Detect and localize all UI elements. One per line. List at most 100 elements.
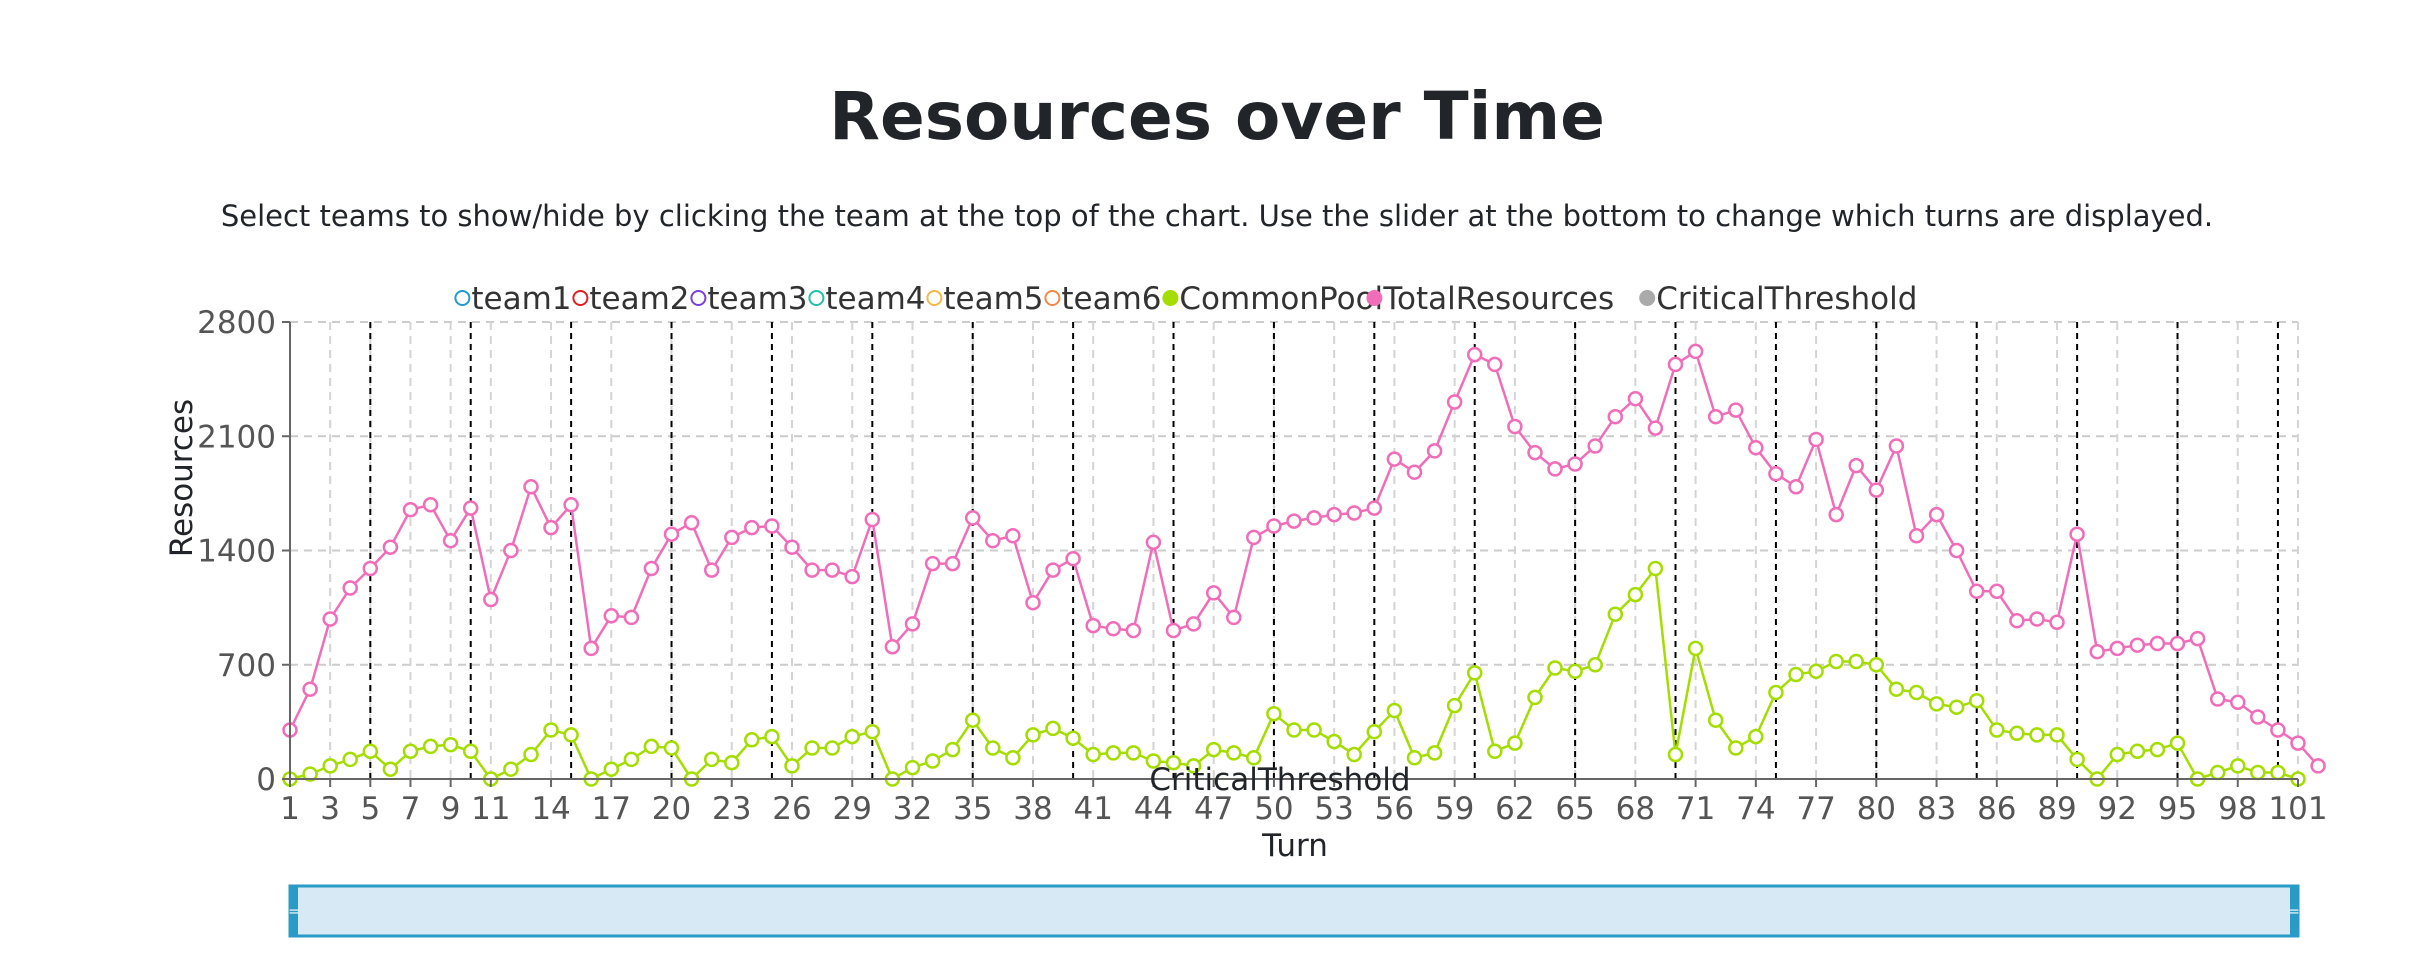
x-tick-label: 3 — [320, 791, 340, 827]
data-point — [2069, 526, 2085, 542]
legend-item-team6[interactable]: team6 — [1044, 281, 1162, 317]
data-point — [1527, 689, 1543, 706]
data-point — [543, 519, 559, 536]
legend-item-team1[interactable]: team1 — [454, 281, 572, 317]
data-point — [924, 555, 941, 572]
data-point — [1125, 745, 1142, 761]
x-tick-label: 14 — [531, 791, 570, 827]
data-point — [724, 754, 740, 771]
data-point — [1205, 741, 1222, 758]
data-point — [1446, 697, 1463, 714]
data-point — [1828, 506, 1844, 523]
data-point — [2149, 741, 2166, 758]
turn-range-slider[interactable]: = = — [288, 884, 2300, 938]
data-point — [1728, 402, 1744, 418]
legend-item-team3[interactable]: team3 — [690, 281, 808, 317]
data-point — [1105, 745, 1122, 761]
x-tick-label: 59 — [1435, 791, 1474, 827]
data-point — [563, 727, 579, 743]
data-point — [844, 568, 860, 585]
data-point — [1426, 745, 1443, 761]
data-point — [1768, 684, 1784, 701]
data-point — [663, 740, 680, 756]
data-point — [764, 518, 780, 534]
x-tick-label: 23 — [712, 791, 751, 827]
legend-item-team5[interactable]: team5 — [926, 281, 1044, 317]
legend-label: team2 — [589, 281, 689, 317]
x-tick-label: 74 — [1736, 791, 1775, 827]
data-point — [322, 758, 338, 774]
data-point — [1627, 390, 1644, 407]
legend-item-team4[interactable]: team4 — [808, 281, 926, 317]
data-point — [1547, 660, 1563, 676]
data-point — [1707, 712, 1724, 728]
data-point — [643, 560, 660, 577]
data-point — [1587, 657, 1603, 673]
data-point — [1848, 653, 1864, 670]
data-point — [402, 743, 419, 760]
data-point — [1065, 730, 1081, 746]
data-point — [1105, 621, 1122, 637]
data-point — [1948, 542, 1965, 559]
data-point — [1266, 518, 1282, 534]
data-point — [1286, 722, 1302, 738]
legend-item-commonpool[interactable]: CommonPool — [1162, 281, 1383, 317]
data-point — [382, 539, 399, 555]
data-point — [1968, 692, 1985, 709]
data-point — [2310, 758, 2326, 774]
data-point — [2029, 727, 2045, 743]
data-point — [422, 497, 439, 513]
x-tick-label: 11 — [471, 791, 510, 827]
data-point — [402, 501, 419, 518]
data-point — [1989, 583, 2005, 600]
legend-item-totalresources[interactable]: TotalResources — [1366, 281, 1614, 317]
data-point — [1888, 438, 1905, 454]
data-point — [2230, 694, 2246, 711]
x-tick-label: 80 — [1857, 791, 1896, 827]
data-point — [1808, 663, 1824, 680]
x-tick-label: 92 — [2098, 791, 2137, 827]
data-point — [2169, 635, 2186, 652]
x-tick-label: 68 — [1616, 791, 1655, 827]
data-point — [764, 728, 780, 745]
y-tick-label: 1400 — [197, 534, 276, 570]
data-point — [603, 761, 620, 777]
data-point — [844, 728, 860, 745]
data-point — [1908, 528, 1925, 544]
data-point — [784, 539, 800, 555]
data-point — [523, 479, 539, 495]
data-point — [442, 532, 459, 549]
legend-item-criticalthreshold[interactable]: CriticalThreshold — [1639, 281, 1917, 317]
data-point — [884, 639, 901, 655]
x-tick-label: 95 — [2158, 791, 2197, 827]
data-point — [2189, 630, 2206, 647]
data-point — [1306, 510, 1322, 526]
resources-chart: team1 team2 team3 team4 team5 team6 CommonPool… — [164, 281, 2328, 938]
data-point — [1165, 622, 1182, 639]
data-point — [964, 712, 981, 728]
x-tick-label: 71 — [1676, 791, 1715, 827]
data-point — [944, 555, 961, 572]
grip-icon: = — [288, 904, 300, 920]
data-point — [503, 542, 519, 559]
data-point — [623, 609, 640, 626]
data-point — [1326, 733, 1342, 750]
data-point — [1567, 456, 1583, 472]
data-point — [462, 500, 479, 516]
data-point — [422, 738, 439, 755]
data-point — [1366, 500, 1383, 516]
x-tick-label: 32 — [893, 791, 932, 827]
y-tick-label: 0 — [256, 762, 276, 798]
data-point — [442, 736, 459, 753]
data-point — [2169, 735, 2186, 751]
legend-label: team1 — [471, 281, 571, 317]
data-point — [1507, 735, 1523, 751]
legend-marker-icon — [1044, 290, 1061, 306]
data-point — [1989, 722, 2005, 738]
data-point — [1788, 479, 1804, 495]
data-point — [1788, 666, 1804, 683]
data-point — [1888, 681, 1905, 697]
data-point — [362, 743, 379, 760]
data-point — [1326, 506, 1342, 523]
legend-item-team2[interactable]: team2 — [572, 281, 690, 317]
